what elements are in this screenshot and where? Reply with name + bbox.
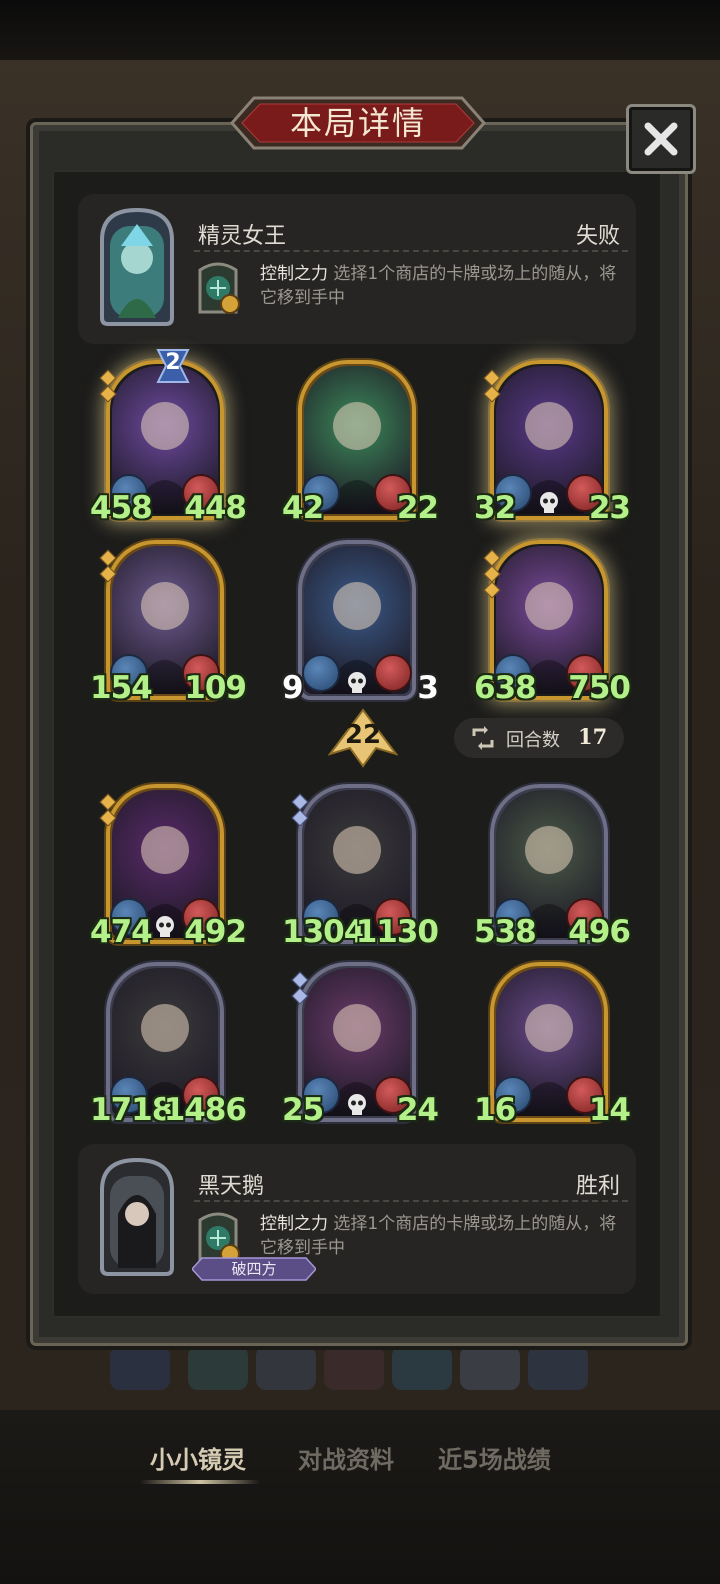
minion-health: 24 bbox=[396, 1092, 439, 1128]
minion-health: 22 bbox=[396, 490, 439, 526]
background-minion-strip bbox=[110, 1346, 588, 1390]
player-result: 胜利 bbox=[575, 1174, 620, 1199]
opponent-minion-1[interactable]: 2 458 448 bbox=[90, 349, 247, 526]
minion-health: 3 bbox=[417, 670, 439, 706]
rank-badge-value: 2 bbox=[165, 350, 181, 375]
opponent-name: 精灵女王 bbox=[198, 224, 287, 249]
minion-attack: 538 bbox=[474, 914, 537, 950]
minion-attack: 9 bbox=[282, 670, 304, 706]
opponent-info-card: 精灵女王 失败 控制之力 选择1个商店的卡牌或场上的随从，将它移到手中 bbox=[78, 194, 636, 344]
minion-attack: 25 bbox=[282, 1092, 324, 1128]
minion-attack: 42 bbox=[282, 490, 324, 526]
player-minion-4[interactable]: 1718 1486 bbox=[90, 962, 247, 1128]
player-minion-5[interactable]: 25 24 bbox=[282, 962, 439, 1128]
minion-attack: 474 bbox=[90, 914, 153, 950]
hero-power-icon[interactable] bbox=[196, 258, 240, 316]
minion-health: 1486 bbox=[163, 1092, 247, 1128]
player-avatar[interactable] bbox=[92, 1156, 182, 1278]
player-info-card: 黑天鹅 胜利 控制之力 选择1个商店的卡牌或场上的随从，将它移到手中 破四方 bbox=[78, 1144, 636, 1294]
skull-icon bbox=[152, 914, 178, 940]
active-tab-underline bbox=[140, 1480, 260, 1484]
skull-icon bbox=[344, 1092, 370, 1118]
player-hero-power-text: 控制之力 选择1个商店的卡牌或场上的随从，将它移到手中 bbox=[260, 1212, 620, 1260]
hero-power-name: 控制之力 bbox=[260, 1214, 328, 1234]
minion-health: 496 bbox=[568, 914, 631, 950]
tab-recent-records[interactable]: 近5场战绩 bbox=[438, 1440, 551, 1475]
minion-health: 750 bbox=[568, 670, 631, 706]
bottom-tabs: 小小镜灵 对战资料 近5场战绩 bbox=[0, 1440, 720, 1490]
minion-health: 492 bbox=[184, 914, 247, 950]
turn-counter-label: 回合数 bbox=[506, 730, 560, 751]
opponent-minion-5[interactable]: 93 bbox=[282, 540, 439, 706]
close-icon bbox=[644, 122, 678, 156]
divider bbox=[194, 1200, 628, 1202]
minion-attack: 1718 bbox=[90, 1092, 173, 1128]
refresh-icon bbox=[472, 726, 494, 750]
minion-attack: 32 bbox=[474, 490, 516, 526]
bottom-tab-area bbox=[0, 1410, 720, 1584]
player-minion-3[interactable]: 538 496 bbox=[474, 784, 631, 950]
attack-orb-icon bbox=[302, 654, 340, 692]
skull-icon bbox=[536, 490, 562, 516]
close-button[interactable] bbox=[626, 104, 696, 174]
player-minion-6[interactable]: 16 14 bbox=[474, 962, 631, 1128]
opponent-minion-6[interactable]: 638 750 bbox=[474, 540, 631, 706]
opponent-hero-power-text: 控制之力 选择1个商店的卡牌或场上的随从，将它移到手中 bbox=[260, 262, 620, 310]
minion-attack: 1304 bbox=[282, 914, 365, 950]
player-name: 黑天鹅 bbox=[198, 1174, 265, 1199]
player-minion-2[interactable]: 1304 1130 bbox=[282, 784, 439, 950]
hero-power-name: 控制之力 bbox=[260, 264, 328, 284]
dialog-title: 本局详情 bbox=[289, 104, 426, 142]
minion-health: 448 bbox=[184, 490, 247, 526]
skull-icon bbox=[344, 670, 370, 696]
minion-attack: 638 bbox=[474, 670, 537, 706]
tavern-tier-value: 22 bbox=[344, 720, 382, 750]
minion-health: 23 bbox=[588, 490, 631, 526]
opponent-minion-2[interactable]: 42 22 bbox=[282, 360, 439, 526]
opponent-avatar[interactable] bbox=[92, 206, 182, 328]
minion-attack: 458 bbox=[90, 490, 153, 526]
minion-attack: 16 bbox=[474, 1092, 516, 1128]
opponent-minion-3[interactable]: 32 23 bbox=[474, 360, 631, 526]
opponent-minion-4[interactable]: 154 109 bbox=[90, 540, 247, 706]
tab-mirror-sprite[interactable]: 小小镜灵 bbox=[150, 1440, 246, 1475]
turn-counter-value: 17 bbox=[578, 724, 608, 749]
health-orb-icon bbox=[374, 654, 412, 692]
minion-attack: 154 bbox=[90, 670, 153, 706]
player-minion-1[interactable]: 474 492 bbox=[90, 784, 247, 950]
minion-health: 1130 bbox=[355, 914, 439, 950]
minion-health: 14 bbox=[588, 1092, 631, 1128]
opponent-result: 失败 bbox=[575, 224, 620, 249]
tab-battle-info[interactable]: 对战资料 bbox=[298, 1440, 394, 1475]
player-badge: 破四方 bbox=[231, 1260, 277, 1278]
minion-health: 109 bbox=[184, 670, 247, 706]
divider bbox=[194, 250, 628, 252]
